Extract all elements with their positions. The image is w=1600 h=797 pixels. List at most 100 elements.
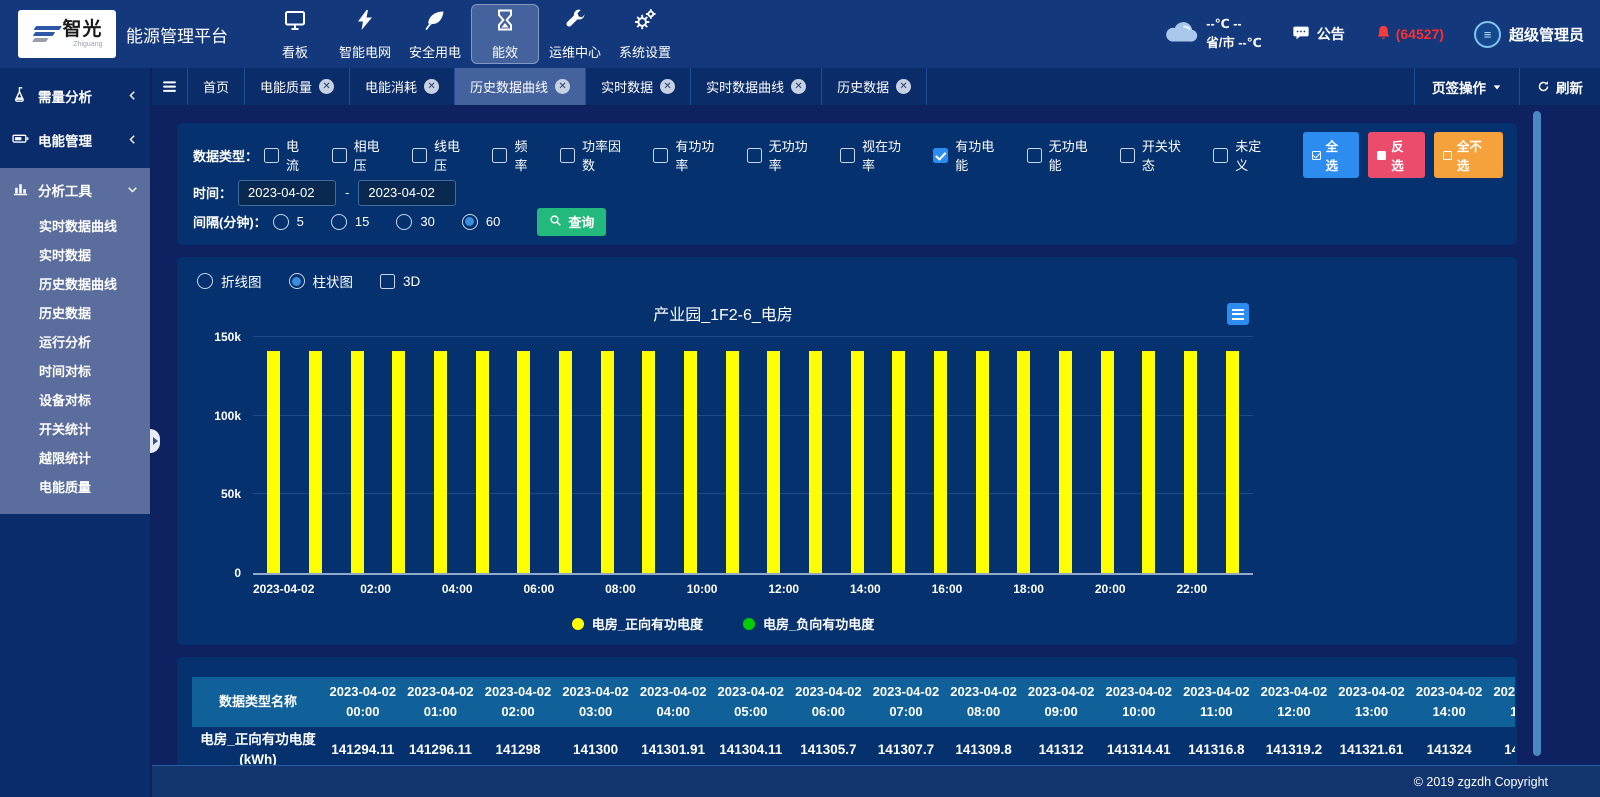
chart-mode-three-d[interactable]: 3D (380, 274, 420, 289)
interval-label: 间隔(分钟)： (193, 212, 267, 231)
bar-slot (1128, 337, 1170, 573)
time-from-input[interactable] (238, 180, 336, 206)
table-cell: 141319.2 (1255, 727, 1333, 765)
type-checkbox-0[interactable]: 电流 (264, 136, 312, 174)
type-checkbox-4[interactable]: 功率因数 (560, 136, 633, 174)
tab-history-curve[interactable]: 历史数据曲线 ✕ (455, 68, 586, 105)
bar-slot (753, 337, 795, 573)
legend-item-0[interactable]: 电房_正向有功电度 (572, 614, 703, 633)
wrench-icon (563, 8, 587, 37)
data-type-label: 数据类型： (193, 146, 258, 165)
sidebar-group-energy-management[interactable]: 电能管理 (0, 118, 150, 162)
type-checkbox-1[interactable]: 相电压 (332, 136, 392, 174)
tab-realtime-data[interactable]: 实时数据✕ (586, 68, 691, 105)
filled-square-icon (1377, 151, 1386, 160)
table-header-col: 2023-04-02 11:00 (1178, 677, 1256, 727)
type-checkbox-5[interactable]: 有功功率 (653, 136, 726, 174)
interval-radio-label: 5 (297, 214, 304, 229)
table-cell: 141300 (557, 727, 635, 765)
nav-item-system-settings[interactable]: 系统设置 (611, 4, 679, 64)
nav-item-safe-power[interactable]: 安全用电 (401, 4, 469, 64)
checkbox-icon (933, 148, 948, 163)
sidebar-group-analysis-tools[interactable]: 分析工具 (0, 168, 150, 212)
chart-toolbox-button[interactable] (1227, 303, 1249, 325)
tab-close-icon[interactable]: ✕ (660, 79, 675, 94)
tab-close-icon[interactable]: ✕ (424, 79, 439, 94)
copyright-text: © 2019 zgzdh Copyright (1414, 775, 1548, 789)
type-checkbox-label: 开关状态 (1142, 136, 1193, 174)
announcement-label: 公告 (1317, 24, 1345, 44)
bars-layer (253, 337, 1253, 573)
nav-item-smart-grid[interactable]: 智能电网 (331, 4, 399, 64)
sidebar: 需量分析 电能管理 分析工具 实时数据曲线实时数据历史数据曲线历史数据运行分析时… (0, 68, 150, 797)
select-all-button[interactable]: 全选 (1303, 132, 1360, 178)
nav-item-energy-efficiency[interactable]: 能效 (471, 4, 539, 64)
invert-selection-button[interactable]: 反选 (1368, 132, 1425, 178)
tab-realtime-curve[interactable]: 实时数据曲线✕ (691, 68, 822, 105)
sidebar-item-device-benchmark[interactable]: 设备对标 (0, 386, 150, 415)
chart-plot: 050k100k150k (253, 337, 1253, 575)
sidebar-item-realtime-data[interactable]: 实时数据 (0, 241, 150, 270)
type-checkbox-8[interactable]: 有功电能 (933, 136, 1006, 174)
tab-operations-dropdown[interactable]: 页签操作 (1414, 68, 1519, 105)
refresh-icon (1537, 80, 1550, 93)
tab-close-icon[interactable]: ✕ (319, 79, 334, 94)
tab-menu-button[interactable] (152, 68, 188, 105)
legend-item-1[interactable]: 电房_负向有功电度 (743, 614, 874, 633)
sidebar-item-power-quality[interactable]: 电能质量 (0, 473, 150, 502)
interval-radio-15[interactable]: 15 (331, 214, 369, 230)
interval-radio-30[interactable]: 30 (396, 214, 434, 230)
table-cell: 141314.41 (1100, 727, 1178, 765)
sidebar-item-history-data[interactable]: 历史数据 (0, 299, 150, 328)
interval-radio-5[interactable]: 5 (273, 214, 304, 230)
nav-item-dashboard[interactable]: 看板 (261, 4, 329, 64)
tab-energy-consumption[interactable]: 电能消耗✕ (350, 68, 455, 105)
nav-item-ops-center[interactable]: 运维中心 (541, 4, 609, 64)
vertical-scrollbar[interactable] (1533, 111, 1541, 756)
query-button[interactable]: 查询 (537, 208, 606, 236)
chart-mode-bar-chart[interactable]: 柱状图 (289, 271, 354, 291)
interval-radio-60[interactable]: 60 (462, 214, 500, 230)
sidebar-item-realtime-curve[interactable]: 实时数据曲线 (0, 212, 150, 241)
bar-slot (1086, 337, 1128, 573)
bar-slot (336, 337, 378, 573)
chart-mode-line-chart[interactable]: 折线图 (197, 271, 262, 291)
type-checkbox-2[interactable]: 线电压 (412, 136, 472, 174)
type-checkbox-10[interactable]: 开关状态 (1120, 136, 1193, 174)
bar-slot (711, 337, 753, 573)
tab-close-icon[interactable]: ✕ (791, 79, 806, 94)
type-checkbox-6[interactable]: 无功功率 (747, 136, 820, 174)
tab-history-data[interactable]: 历史数据✕ (822, 68, 927, 105)
refresh-button[interactable]: 刷新 (1519, 68, 1600, 105)
tab-close-icon[interactable]: ✕ (896, 79, 911, 94)
sidebar-group-demand-analysis[interactable]: 需量分析 (0, 74, 150, 118)
type-checkbox-3[interactable]: 频率 (492, 136, 540, 174)
type-checkbox-9[interactable]: 无功电能 (1027, 136, 1100, 174)
sidebar-item-time-benchmark[interactable]: 时间对标 (0, 357, 150, 386)
x-axis-tick (559, 582, 600, 596)
interval-row: 间隔(分钟)： 5 15 30 60 查询 (193, 207, 1503, 236)
sidebar-item-operation-analysis[interactable]: 运行分析 (0, 328, 150, 357)
checkbox-icon (653, 148, 668, 163)
sidebar-item-limit-stats[interactable]: 越限统计 (0, 444, 150, 473)
sidebar-item-history-curve[interactable]: 历史数据曲线 (0, 270, 150, 299)
type-checkbox-7[interactable]: 视在功率 (840, 136, 913, 174)
tab-home[interactable]: 首页 (188, 68, 245, 105)
tab-power-quality[interactable]: 电能质量✕ (245, 68, 350, 105)
announcement-button[interactable]: 公告 (1292, 24, 1345, 45)
table-cell: 141324 (1410, 727, 1488, 765)
user-menu[interactable]: ≡ 超级管理员 (1474, 21, 1584, 48)
type-checkbox-label: 相电压 (354, 136, 392, 174)
bar (767, 351, 780, 573)
tab-close-icon[interactable]: ✕ (555, 79, 570, 94)
type-checkbox-11[interactable]: 未定义 (1213, 136, 1273, 174)
tab-label: 历史数据曲线 (470, 77, 548, 96)
nav-item-label: 安全用电 (409, 42, 461, 61)
type-checkbox-label: 有功功率 (675, 136, 726, 174)
checkbox-icon (560, 148, 575, 163)
notification-button[interactable]: (64527) (1375, 24, 1444, 45)
select-none-button[interactable]: 全不选 (1434, 132, 1503, 178)
legend-dot-icon (572, 618, 584, 630)
sidebar-item-switch-stats[interactable]: 开关统计 (0, 415, 150, 444)
time-to-input[interactable] (358, 180, 456, 206)
